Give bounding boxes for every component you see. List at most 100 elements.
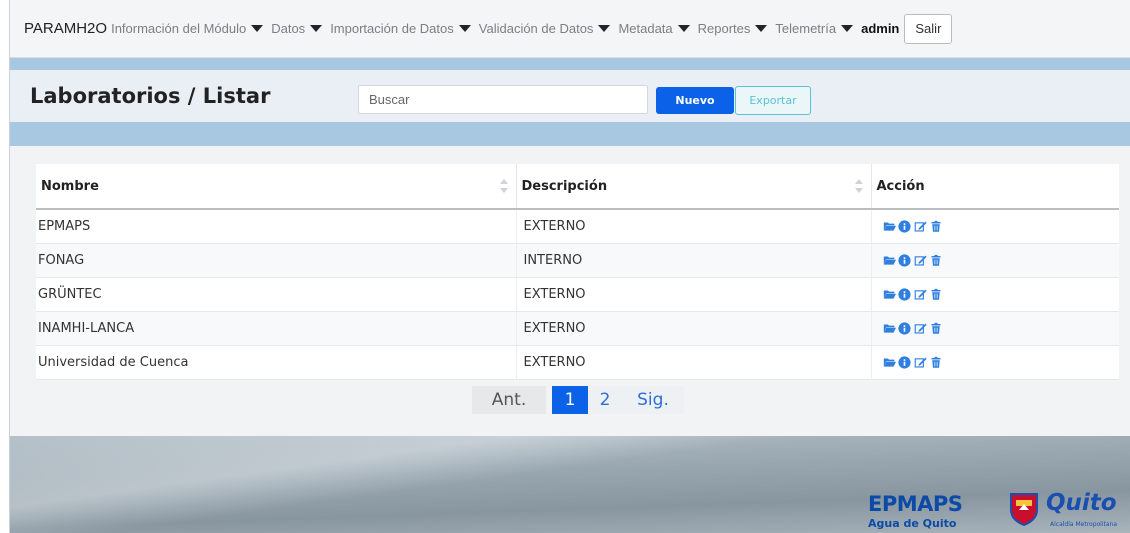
row-actions bbox=[879, 287, 1120, 301]
nav-reportes[interactable]: Reportes bbox=[698, 21, 768, 36]
pagination-page-1[interactable]: 1 bbox=[552, 386, 588, 414]
folder-open-icon[interactable] bbox=[882, 220, 896, 233]
laboratorios-table: Nombre Descripción Acción EPMAPS EXTERNO F… bbox=[36, 164, 1119, 380]
nav-label: Reportes bbox=[697, 21, 751, 36]
nav-label: Validación de Datos bbox=[478, 21, 594, 36]
cell-descripcion: INTERNO bbox=[515, 243, 871, 278]
nav-informacion-modulo[interactable]: Información del Módulo bbox=[111, 21, 264, 36]
trash-icon[interactable] bbox=[930, 322, 943, 335]
info-icon[interactable] bbox=[897, 220, 911, 233]
table-row: Universidad de Cuenca EXTERNO bbox=[36, 345, 1120, 380]
trash-icon[interactable] bbox=[930, 288, 943, 301]
table-row: FONAG INTERNO bbox=[36, 243, 1120, 278]
current-user[interactable]: admin bbox=[861, 21, 899, 36]
caret-down-icon bbox=[310, 25, 323, 32]
caret-down-icon bbox=[598, 25, 611, 32]
window-left-edge bbox=[0, 0, 10, 533]
cell-descripcion: EXTERNO bbox=[515, 311, 871, 346]
export-button[interactable]: Exportar bbox=[735, 86, 811, 115]
info-icon[interactable] bbox=[897, 287, 911, 301]
folder-open-icon[interactable] bbox=[882, 356, 896, 369]
logout-button[interactable]: Salir bbox=[904, 13, 953, 44]
trash-icon[interactable] bbox=[930, 220, 943, 233]
edit-icon[interactable] bbox=[914, 356, 927, 369]
edit-icon[interactable] bbox=[914, 288, 927, 301]
nav-label: Telemetría bbox=[775, 21, 837, 36]
cell-nombre: INAMHI-LANCA bbox=[36, 311, 516, 346]
folder-open-icon[interactable] bbox=[882, 254, 896, 267]
cell-acciones bbox=[870, 345, 1120, 380]
nav-label: Datos bbox=[271, 21, 306, 36]
info-icon[interactable] bbox=[897, 355, 911, 369]
list-panel: Nombre Descripción Acción EPMAPS EXTERNO F… bbox=[10, 146, 1130, 436]
row-actions bbox=[879, 321, 1120, 335]
cell-nombre: EPMAPS bbox=[36, 209, 516, 244]
pagination-next[interactable]: Sig. bbox=[622, 386, 684, 414]
cell-acciones bbox=[870, 311, 1120, 346]
pagination-page-2[interactable]: 2 bbox=[588, 386, 622, 414]
sort-icon[interactable] bbox=[854, 179, 863, 193]
cell-nombre: FONAG bbox=[36, 243, 516, 278]
trash-icon[interactable] bbox=[930, 356, 943, 369]
header-band bbox=[10, 58, 1130, 70]
cell-descripcion: EXTERNO bbox=[515, 345, 871, 380]
new-button[interactable]: Nuevo bbox=[656, 87, 734, 114]
table-row: GRÜNTEC EXTERNO bbox=[36, 277, 1120, 312]
row-actions bbox=[879, 355, 1120, 369]
cell-descripcion: EXTERNO bbox=[515, 209, 871, 244]
nav-label: Importación de Datos bbox=[330, 21, 454, 36]
info-icon[interactable] bbox=[897, 321, 911, 335]
cell-descripcion: EXTERNO bbox=[515, 277, 871, 312]
brand-name[interactable]: PARAMH2O bbox=[24, 20, 107, 37]
cell-nombre: Universidad de Cuenca bbox=[36, 345, 516, 380]
pagination-prev[interactable]: Ant. bbox=[472, 386, 546, 414]
quito-logo-text: Quito bbox=[1046, 490, 1117, 516]
folder-open-icon[interactable] bbox=[882, 288, 896, 301]
caret-down-icon bbox=[841, 25, 854, 32]
nav-datos[interactable]: Datos bbox=[271, 21, 323, 36]
folder-open-icon[interactable] bbox=[882, 322, 896, 335]
nav-label: Metadata bbox=[618, 21, 673, 36]
table-header-row: Nombre Descripción Acción bbox=[36, 164, 1119, 210]
cell-acciones bbox=[870, 277, 1120, 312]
table-row: EPMAPS EXTERNO bbox=[36, 209, 1120, 244]
row-actions bbox=[879, 253, 1120, 267]
trash-icon[interactable] bbox=[930, 254, 943, 267]
caret-down-icon bbox=[458, 25, 471, 32]
page-title: Laboratorios / Listar bbox=[30, 84, 271, 108]
quito-logo-subtext: Alcaldía Metropolitana bbox=[1050, 521, 1118, 528]
column-header-descripcion[interactable]: Descripción bbox=[515, 164, 871, 210]
pagination: Ant. 1 2 Sig. bbox=[472, 386, 684, 414]
edit-icon[interactable] bbox=[914, 322, 927, 335]
nav-label: Información del Módulo bbox=[111, 21, 247, 36]
edit-icon[interactable] bbox=[914, 220, 927, 233]
cell-acciones bbox=[870, 243, 1120, 278]
caret-down-icon bbox=[251, 25, 264, 32]
nav-validacion-datos[interactable]: Validación de Datos bbox=[479, 21, 611, 36]
row-actions bbox=[879, 220, 1120, 233]
table-row: INAMHI-LANCA EXTERNO bbox=[36, 311, 1120, 346]
search-input[interactable] bbox=[358, 85, 648, 114]
epmaps-logo-text: EPMAPS bbox=[868, 492, 963, 516]
column-header-label: Nombre bbox=[41, 178, 99, 194]
section-band bbox=[10, 122, 1130, 146]
column-header-accion: Acción bbox=[870, 164, 1119, 210]
nav-importacion-datos[interactable]: Importación de Datos bbox=[330, 21, 471, 36]
nav-telemetria[interactable]: Telemetría bbox=[775, 21, 854, 36]
page-toolbar: Laboratorios / Listar Nuevo Exportar bbox=[10, 70, 1130, 122]
epmaps-tagline: Agua de Quito bbox=[868, 517, 957, 530]
top-navbar: PARAMH2O Información del Módulo Datos Im… bbox=[10, 0, 1130, 58]
quito-coat-of-arms-icon bbox=[1010, 493, 1038, 526]
edit-icon[interactable] bbox=[914, 254, 927, 267]
footer-logos: EPMAPS Agua de Quito Quito Alcaldía Metr… bbox=[862, 488, 1130, 533]
cell-nombre: GRÜNTEC bbox=[36, 277, 516, 312]
cell-acciones bbox=[870, 209, 1120, 244]
column-header-nombre[interactable]: Nombre bbox=[36, 164, 516, 210]
caret-down-icon bbox=[677, 25, 690, 32]
info-icon[interactable] bbox=[897, 253, 911, 267]
column-header-label: Descripción bbox=[521, 178, 608, 194]
column-header-label: Acción bbox=[876, 178, 925, 194]
sort-icon[interactable] bbox=[499, 179, 508, 193]
caret-down-icon bbox=[755, 25, 768, 32]
nav-metadata[interactable]: Metadata bbox=[618, 21, 690, 36]
